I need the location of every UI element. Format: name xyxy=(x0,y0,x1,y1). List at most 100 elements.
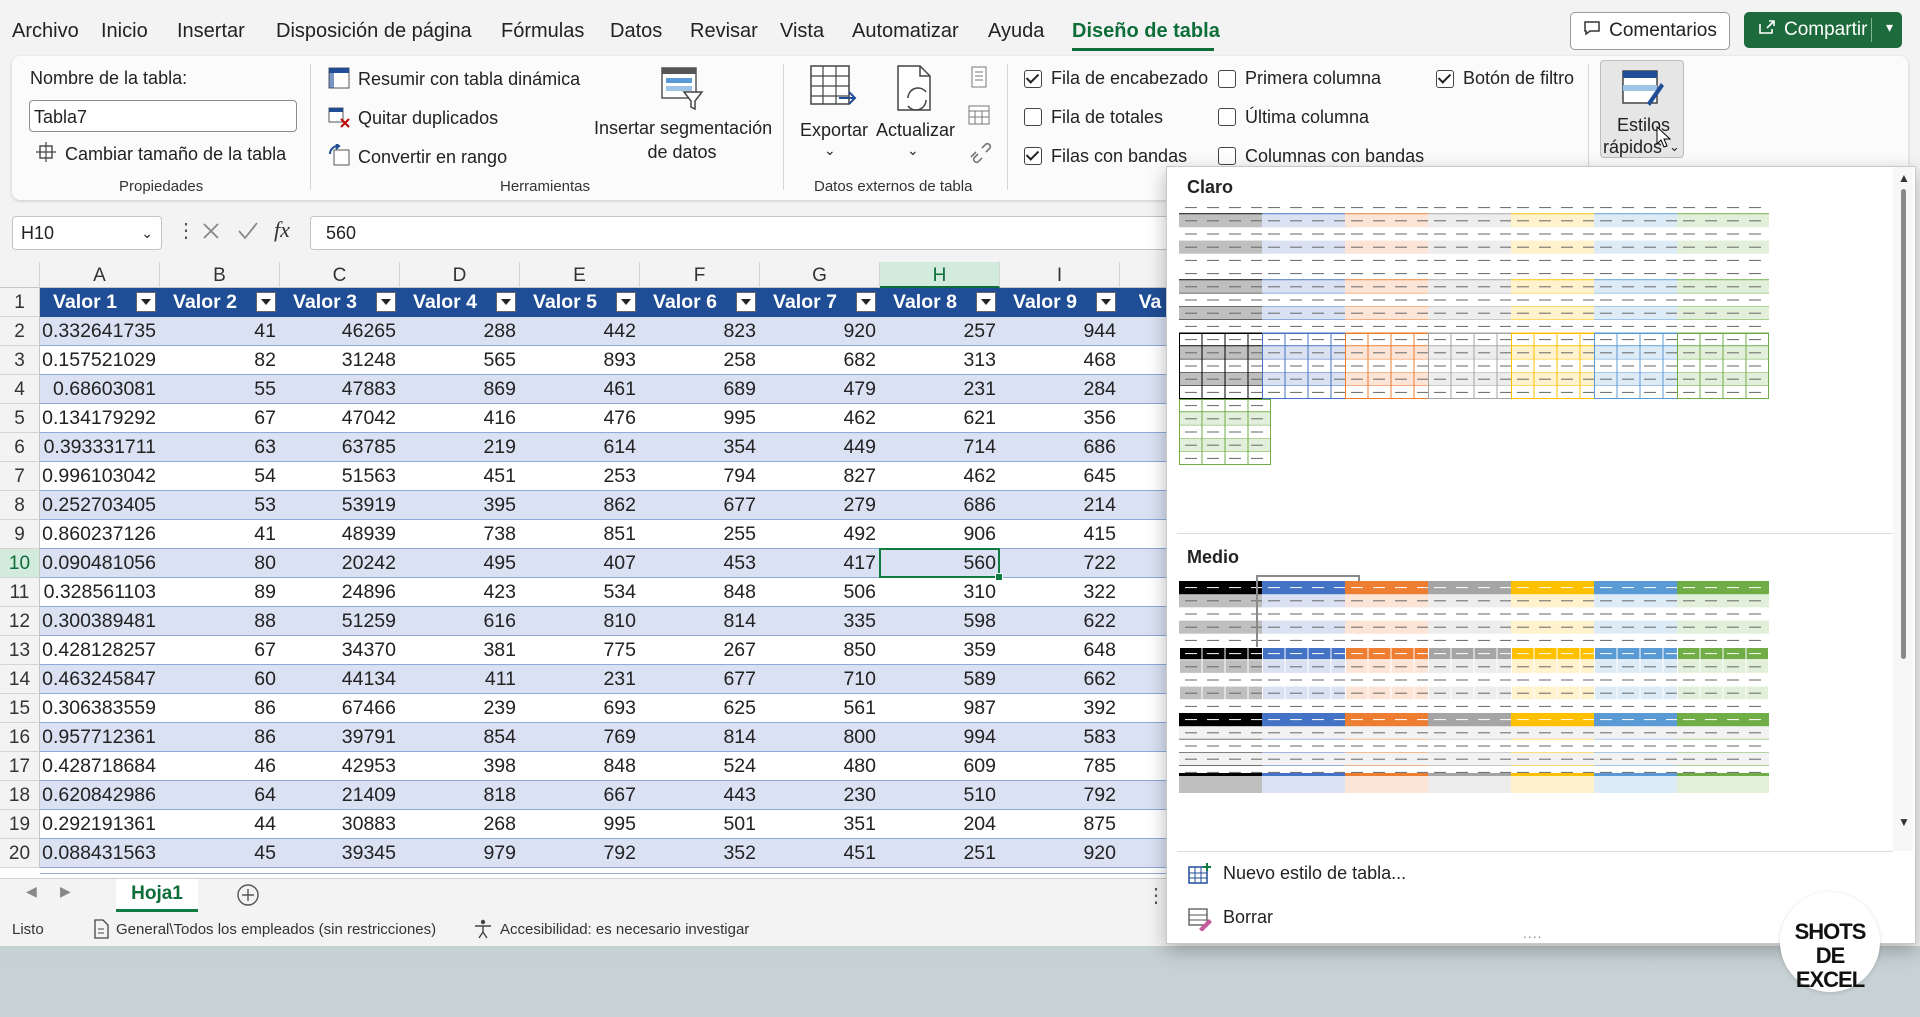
table-cell[interactable]: 994 xyxy=(880,723,1000,752)
style-light-1-2[interactable] xyxy=(1262,201,1354,267)
banded-columns-checkbox[interactable] xyxy=(1218,147,1236,165)
table-cell[interactable]: 814 xyxy=(640,607,760,636)
table-cell[interactable]: 468 xyxy=(1000,346,1120,375)
table-cell[interactable]: 352 xyxy=(640,839,760,868)
table-cell[interactable]: 442 xyxy=(520,317,640,346)
sensitivity-label[interactable]: General\Todos los empleados (sin restric… xyxy=(116,921,436,938)
table-cell[interactable]: 88 xyxy=(160,607,280,636)
style-light-1-4[interactable] xyxy=(1428,201,1520,267)
table-cell[interactable]: 810 xyxy=(520,607,640,636)
table-cell[interactable]: 31248 xyxy=(280,346,400,375)
style-light-2-4[interactable] xyxy=(1428,267,1520,334)
table-cell[interactable]: 39345 xyxy=(280,839,400,868)
table-cell[interactable]: 63785 xyxy=(280,433,400,462)
style-light-3-6[interactable] xyxy=(1594,333,1686,400)
table-cell[interactable]: 480 xyxy=(760,752,880,781)
table-cell[interactable]: 598 xyxy=(880,607,1000,636)
column-header-a[interactable]: A xyxy=(40,262,160,288)
more-options-icon[interactable]: ⋮ xyxy=(1146,883,1166,908)
table-cell[interactable]: 662 xyxy=(1000,665,1120,694)
table-cell[interactable]: 395 xyxy=(400,491,520,520)
table-cell[interactable]: 814 xyxy=(640,723,760,752)
table-cell[interactable]: 381 xyxy=(400,636,520,665)
row-header-12[interactable]: 12 xyxy=(0,607,40,636)
table-header-cell[interactable]: Valor 1 xyxy=(40,288,130,317)
table-cell[interactable]: 495 xyxy=(400,549,520,578)
style-medium-4-3[interactable] xyxy=(1345,773,1437,793)
table-cell[interactable]: 823 xyxy=(640,317,760,346)
tab-archivo[interactable]: Archivo xyxy=(12,20,79,43)
table-cell[interactable]: 268 xyxy=(400,810,520,839)
table-cell[interactable]: 621 xyxy=(880,404,1000,433)
table-cell[interactable]: 722 xyxy=(1000,549,1120,578)
style-light-2-3[interactable] xyxy=(1345,267,1437,334)
table-cell[interactable]: 625 xyxy=(640,694,760,723)
tab-datos[interactable]: Datos xyxy=(610,20,662,43)
table-header-cell[interactable]: Va xyxy=(1120,288,1170,317)
table-cell[interactable]: 258 xyxy=(640,346,760,375)
table-cell[interactable]: 510 xyxy=(880,781,1000,810)
table-cell[interactable]: 893 xyxy=(520,346,640,375)
table-cell[interactable]: 693 xyxy=(520,694,640,723)
export-button[interactable]: Exportar xyxy=(800,120,868,141)
table-header-cell[interactable]: Valor 8 xyxy=(880,288,970,317)
style-medium-3-3[interactable] xyxy=(1345,713,1437,780)
style-medium-1-1[interactable] xyxy=(1179,581,1271,647)
open-in-browser-icon[interactable] xyxy=(968,104,992,131)
style-medium-2-2[interactable] xyxy=(1262,647,1354,714)
style-light-1-7[interactable] xyxy=(1677,201,1769,267)
table-cell[interactable]: 0.328561103 xyxy=(40,578,160,607)
select-all-corner[interactable] xyxy=(0,262,40,288)
style-medium-3-7[interactable] xyxy=(1677,713,1769,780)
table-cell[interactable]: 800 xyxy=(760,723,880,752)
table-cell[interactable]: 41 xyxy=(160,520,280,549)
table-cell[interactable]: 86 xyxy=(160,694,280,723)
table-cell[interactable]: 354 xyxy=(640,433,760,462)
style-medium-1-2[interactable] xyxy=(1256,575,1360,653)
table-header-cell[interactable]: Valor 2 xyxy=(160,288,250,317)
filter-dropdown-icon[interactable] xyxy=(976,292,996,312)
filter-dropdown-icon[interactable] xyxy=(256,292,276,312)
filter-dropdown-icon[interactable] xyxy=(376,292,396,312)
table-cell[interactable]: 769 xyxy=(520,723,640,752)
insert-slicer-button-line2[interactable]: de datos xyxy=(594,142,770,163)
style-light-2-5[interactable] xyxy=(1511,267,1603,334)
style-medium-4-4[interactable] xyxy=(1428,773,1520,793)
gallery-scrollbar[interactable]: ▲ ▼ xyxy=(1893,167,1913,851)
row-header-4[interactable]: 4 xyxy=(0,375,40,404)
table-cell[interactable]: 322 xyxy=(1000,578,1120,607)
table-cell[interactable]: 417 xyxy=(760,549,880,578)
tab-diseno-de-tabla[interactable]: Diseño de tabla xyxy=(1072,20,1220,43)
table-cell[interactable]: 0.957712361 xyxy=(40,723,160,752)
table-cell[interactable]: 20242 xyxy=(280,549,400,578)
style-medium-3-4[interactable] xyxy=(1428,713,1520,780)
table-cell[interactable]: 677 xyxy=(640,491,760,520)
table-cell[interactable]: 0.300389481 xyxy=(40,607,160,636)
row-header-18[interactable]: 18 xyxy=(0,781,40,810)
table-cell[interactable]: 89 xyxy=(160,578,280,607)
resize-table-button[interactable]: Cambiar tamaño de la tabla xyxy=(65,144,286,165)
table-cell[interactable]: 645 xyxy=(1000,462,1120,491)
style-light-2-6[interactable] xyxy=(1594,267,1686,334)
table-cell[interactable]: 854 xyxy=(400,723,520,752)
column-header-i[interactable]: I xyxy=(1000,262,1120,288)
table-cell[interactable]: 60 xyxy=(160,665,280,694)
table-cell[interactable]: 214 xyxy=(1000,491,1120,520)
row-header-2[interactable]: 2 xyxy=(0,317,40,346)
table-header-cell[interactable]: Valor 4 xyxy=(400,288,490,317)
style-medium-3-6[interactable] xyxy=(1594,713,1686,780)
pivot-summary-button[interactable]: Resumir con tabla dinámica xyxy=(358,69,580,90)
style-light-4-1[interactable] xyxy=(1179,399,1271,466)
comments-button[interactable]: Comentarios xyxy=(1570,12,1730,50)
table-cell[interactable]: 565 xyxy=(400,346,520,375)
table-cell[interactable]: 204 xyxy=(880,810,1000,839)
banded-rows-checkbox[interactable] xyxy=(1024,147,1042,165)
table-cell[interactable]: 995 xyxy=(640,404,760,433)
style-medium-4-6[interactable] xyxy=(1594,773,1686,793)
table-cell[interactable]: 67466 xyxy=(280,694,400,723)
properties-icon[interactable] xyxy=(968,66,990,93)
table-header-cell[interactable]: Valor 5 xyxy=(520,288,610,317)
row-header-11[interactable]: 11 xyxy=(0,578,40,607)
table-cell[interactable]: 818 xyxy=(400,781,520,810)
row-header-10[interactable]: 10 xyxy=(0,549,40,578)
